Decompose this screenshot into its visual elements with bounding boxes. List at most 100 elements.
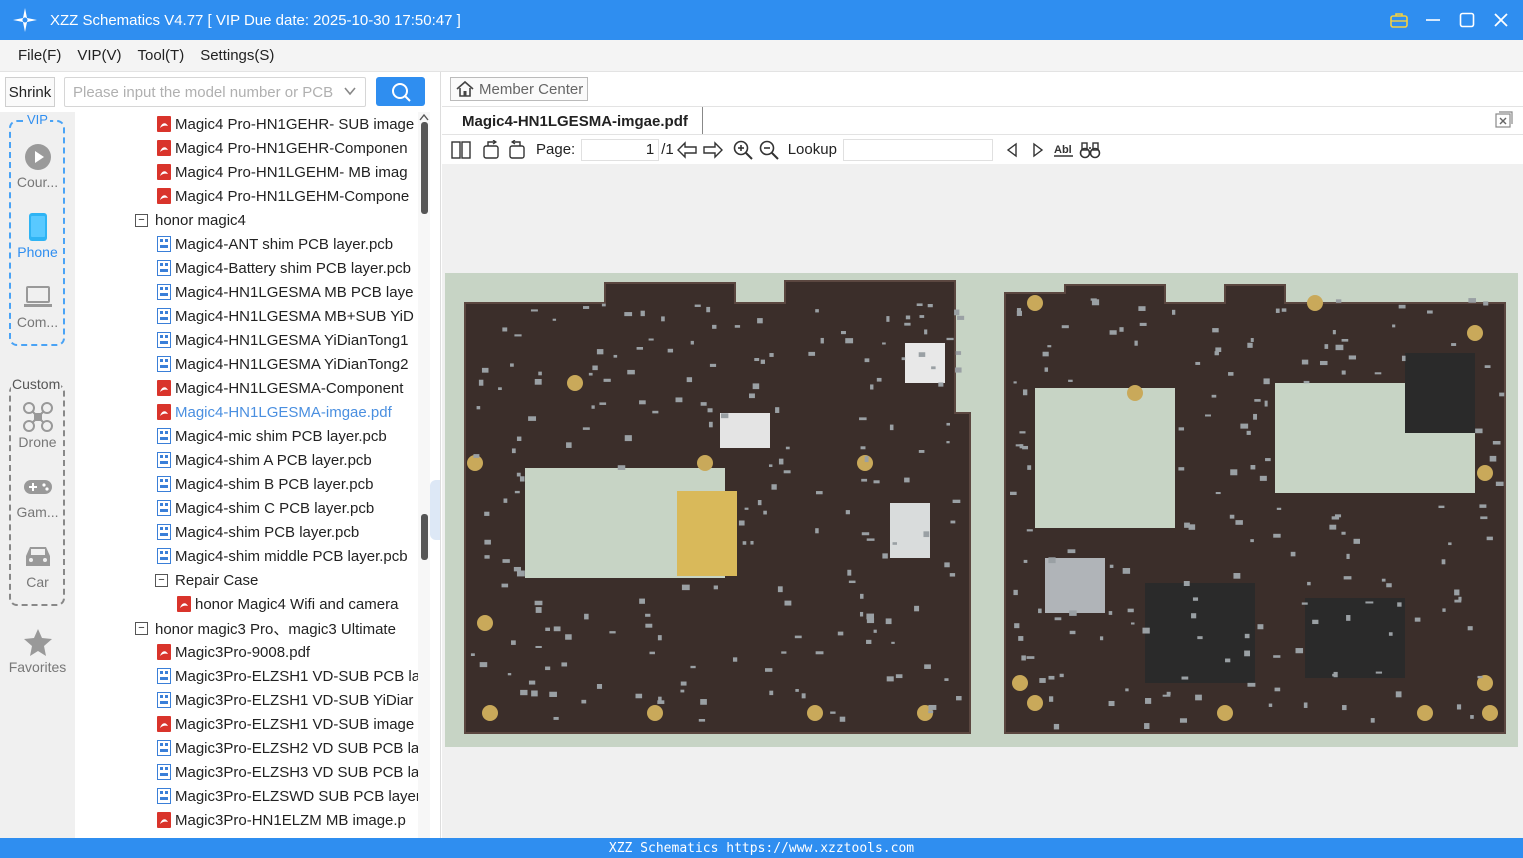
collapse-toggle-icon[interactable]: − <box>135 213 148 227</box>
page-number-input[interactable]: 1 <box>581 138 660 161</box>
tree-file-item[interactable]: Magic4-mic shim PCB layer.pcb <box>157 424 387 448</box>
tree-item-label: Magic3Pro-ELZSWD SUB PCB layer <box>175 787 418 805</box>
tree-folder[interactable]: − Repair Case <box>155 568 258 592</box>
menu-tool[interactable]: Tool(T) <box>130 47 193 64</box>
pdf-viewer[interactable] <box>442 164 1523 838</box>
collapse-panel-handle[interactable] <box>430 480 440 540</box>
menu-bar: File(F) VIP(V) Tool(T) Settings(S) <box>0 40 1523 72</box>
tree-file-item[interactable]: Magic3Pro-ELZSH1 VD-SUB YiDiar <box>157 688 413 712</box>
pcb-file-icon <box>157 764 171 780</box>
tree-item-label: Magic3Pro-ELZSH1 VD-SUB PCB la <box>175 667 418 685</box>
tree-item-label: Magic4-shim B PCB layer.pcb <box>175 475 374 493</box>
pdf-file-icon <box>157 380 171 396</box>
close-button[interactable] <box>1491 10 1511 30</box>
search-button[interactable] <box>376 77 425 106</box>
category-computer[interactable]: Com... <box>0 282 75 342</box>
next-page-icon[interactable] <box>700 137 726 163</box>
menu-settings[interactable]: Settings(S) <box>192 47 282 64</box>
pcb-file-icon <box>157 356 171 372</box>
vip-group-label: VIP <box>25 112 50 127</box>
lookup-input[interactable] <box>842 138 993 161</box>
pcb-file-icon <box>157 668 171 684</box>
category-car[interactable]: Car <box>0 542 75 602</box>
tab-document[interactable]: Magic4-HN1LGESMA-imgae.pdf <box>442 107 703 135</box>
home-icon <box>456 80 474 97</box>
star-icon <box>23 627 53 657</box>
prev-page-icon[interactable] <box>674 137 700 163</box>
tree-file-item[interactable]: Magic4-shim middle PCB layer.pcb <box>157 544 408 568</box>
tree-file-item[interactable]: Magic3Pro-ELZSH1 VD-SUB PCB la <box>157 664 418 688</box>
scroll-up-icon[interactable] <box>418 112 430 122</box>
member-center-button[interactable]: Member Center <box>450 77 588 101</box>
viewer-toolbar: Page: 1 /1 Lookup Abl <box>442 134 1523 164</box>
category-favorites[interactable]: Favorites <box>0 627 75 687</box>
shrink-button[interactable]: Shrink <box>5 77 55 107</box>
tree-file-item[interactable]: Magic4-shim B PCB layer.pcb <box>157 472 373 496</box>
tree-file-item[interactable]: Magic4-HN1LGESMA MB PCB laye <box>157 280 413 304</box>
document-pane: Member Center Magic4-HN1LGESMA-imgae.pdf… <box>442 72 1523 838</box>
close-all-tabs-icon[interactable] <box>1495 111 1513 129</box>
tree-file-item[interactable]: Magic4 Pro-HN1GEHR- SUB image <box>157 112 414 136</box>
tree-file-item[interactable]: Magic4-shim PCB layer.pcb <box>157 520 359 544</box>
chevron-down-icon[interactable] <box>343 84 357 102</box>
tree-file-item[interactable]: Magic4-shim C PCB layer.pcb <box>157 496 374 520</box>
tree-file-item[interactable]: Magic4-shim A PCB layer.pcb <box>157 448 372 472</box>
tree-file-item[interactable]: Magic4 Pro-HN1LGEHM- MB imag <box>157 160 408 184</box>
tree-file-item[interactable]: Magic4-HN1LGESMA YiDianTong2 <box>157 352 408 376</box>
find-prev-icon[interactable] <box>999 137 1025 163</box>
car-icon <box>23 542 53 572</box>
rotate-left-icon[interactable] <box>478 137 504 163</box>
tree-item-label: Magic4 Pro-HN1GEHR-Componen <box>175 139 408 157</box>
rotate-right-icon[interactable] <box>504 137 530 163</box>
status-bar: XZZ Schematics https://www.xzztools.com <box>0 838 1523 858</box>
category-drone[interactable]: Drone <box>0 402 75 462</box>
maximize-button[interactable] <box>1457 10 1477 30</box>
tree-file-item[interactable]: Magic3Pro-9008.pdf <box>157 640 310 664</box>
pdf-file-icon <box>157 116 171 132</box>
search-input[interactable]: Please input the model number or PCB <box>64 77 366 107</box>
minimize-button[interactable] <box>1423 10 1443 30</box>
tree-file-item[interactable]: honor Magic4 Wifi and camera <box>177 592 398 616</box>
laptop-icon <box>23 282 53 312</box>
category-games[interactable]: Gam... <box>0 472 75 532</box>
tree-folder[interactable]: − honor magic3 Pro、magic3 Ultimate <box>135 616 396 640</box>
two-page-icon[interactable] <box>448 137 474 163</box>
tree-item-label: Magic4-HN1LGESMA-Component <box>175 379 404 397</box>
category-phone[interactable]: Phone <box>0 212 75 272</box>
tree-file-item[interactable]: Magic3Pro-ELZSH1 VD-SUB image <box>157 712 414 736</box>
tree-file-item[interactable]: Magic4 Pro-HN1GEHR-Componen <box>157 136 408 160</box>
tree-item-label: Magic4-shim PCB layer.pcb <box>175 523 360 541</box>
zoom-out-icon[interactable] <box>756 137 782 163</box>
pcb-file-icon <box>157 740 171 756</box>
pdf-file-icon <box>157 404 171 420</box>
tree-file-item[interactable]: Magic3Pro-ELZSH2 VD SUB PCB la <box>157 736 418 760</box>
match-case-icon[interactable]: Abl <box>1051 137 1077 163</box>
tree-file-item[interactable]: Magic4-HN1LGESMA MB+SUB YiD <box>157 304 414 328</box>
binoculars-icon[interactable] <box>1077 137 1103 163</box>
tree-file-item[interactable]: Magic4-HN1LGESMA YiDianTong1 <box>157 328 408 352</box>
tree-file-item[interactable]: Magic4 Pro-HN1LGEHM-Compone <box>157 184 409 208</box>
find-next-icon[interactable] <box>1025 137 1051 163</box>
pcb-file-icon <box>157 428 171 444</box>
pcb-board-image[interactable] <box>445 273 1518 747</box>
briefcase-icon[interactable] <box>1389 10 1409 30</box>
tree-folder[interactable]: − honor magic4 <box>135 208 246 232</box>
menu-vip[interactable]: VIP(V) <box>69 47 129 64</box>
tree-file-item[interactable]: Magic4-HN1LGESMA-imgae.pdf <box>157 400 392 424</box>
tree-file-item[interactable]: Magic3Pro-ELZSH3 VD SUB PCB la <box>157 760 418 784</box>
pcb-file-icon <box>157 476 171 492</box>
scrollbar-thumb[interactable] <box>421 122 428 214</box>
scrollbar-thumb-secondary[interactable] <box>421 514 428 560</box>
zoom-in-icon[interactable] <box>730 137 756 163</box>
menu-file[interactable]: File(F) <box>10 47 69 64</box>
pcb-file-icon <box>157 332 171 348</box>
tree-scrollbar[interactable] <box>418 112 430 838</box>
tree-file-item[interactable]: Magic4-Battery shim PCB layer.pcb <box>157 256 411 280</box>
collapse-toggle-icon[interactable]: − <box>155 573 168 587</box>
collapse-toggle-icon[interactable]: − <box>135 621 148 635</box>
tree-file-item[interactable]: Magic4-HN1LGESMA-Component <box>157 376 403 400</box>
category-courses[interactable]: Cour... <box>0 142 75 202</box>
tree-file-item[interactable]: Magic3Pro-HN1ELZM MB image.p <box>157 808 406 832</box>
tree-file-item[interactable]: Magic4-ANT shim PCB layer.pcb <box>157 232 393 256</box>
tree-file-item[interactable]: Magic3Pro-ELZSWD SUB PCB layer <box>157 784 418 808</box>
